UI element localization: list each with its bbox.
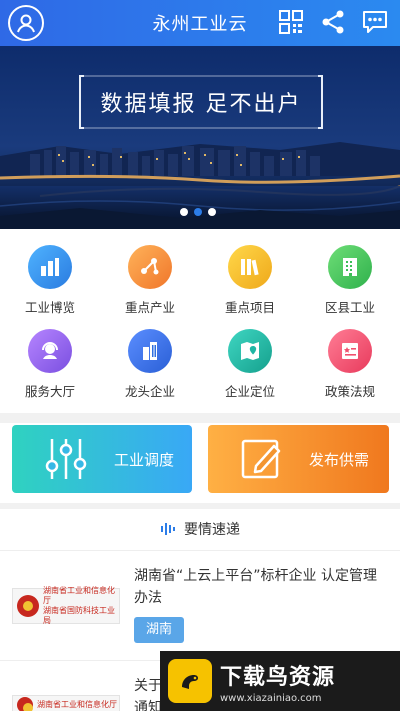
emblem-icon <box>17 697 33 711</box>
grid-item-service-hall[interactable]: 服务大厅 <box>0 313 100 403</box>
grid-item-county-industry[interactable]: 区县工业 <box>300 229 400 319</box>
news-section-title: 要情速递 <box>184 522 240 538</box>
publish-supply-button[interactable]: 发布供需 <box>208 425 389 493</box>
industry-dispatch-button[interactable]: 工业调度 <box>12 425 192 493</box>
section-divider <box>0 413 400 423</box>
banner-carousel[interactable]: 数据填报 足不出户 <box>0 46 400 229</box>
watermark-title: 下载鸟资源 <box>220 664 336 690</box>
sliders-icon <box>45 439 87 479</box>
grid-item-enterprise-location[interactable]: 企业定位 <box>200 313 300 403</box>
carousel-dot[interactable] <box>208 208 216 216</box>
watermark-texts: 下载鸟资源 www.xiazainiao.com <box>220 659 335 704</box>
carousel-indicators <box>180 208 216 216</box>
news-tag[interactable]: 湖南 <box>134 617 185 643</box>
grid-item-label: 龙头企业 <box>124 384 175 399</box>
message-icon[interactable] <box>360 6 390 38</box>
banner-headline: 数据填报 足不出户 <box>100 92 302 117</box>
grid-item-policies[interactable]: 政策法规 <box>300 313 400 403</box>
bird-logo-icon <box>168 659 212 703</box>
grid-item-key-industry[interactable]: 重点产业 <box>100 229 200 319</box>
news-thumbnail: 湖南省工业和信息化厅 <box>12 695 120 711</box>
document-star-icon <box>328 329 372 373</box>
office-building-icon <box>328 245 372 289</box>
thumbnail-text: 湖南省工业和信息化厅 <box>37 700 117 709</box>
banner-headline-wrapper: 数据填报 足不出户 <box>78 74 324 130</box>
grid-item-label: 政策法规 <box>324 384 375 399</box>
header-actions <box>276 6 390 38</box>
top-bar: 永州工业云 <box>0 0 400 46</box>
watermark-url: www.xiazainiao.com <box>220 692 322 704</box>
network-nodes-icon <box>128 245 172 289</box>
qr-code-icon[interactable] <box>276 6 306 38</box>
grid-item-leading-enterprise[interactable]: 龙头企业 <box>100 313 200 403</box>
watermark-overlay: 下载鸟资源 www.xiazainiao.com <box>160 651 400 711</box>
grid-item-industry-expo[interactable]: 工业博览 <box>0 229 100 319</box>
edit-icon <box>241 439 281 479</box>
grid-item-key-projects[interactable]: 重点项目 <box>200 229 300 319</box>
skyscraper-icon <box>128 329 172 373</box>
emblem-icon <box>17 595 39 617</box>
map-pin-icon <box>228 329 272 373</box>
news-thumbnail: 湖南省工业和信息化厅 湖南省国防科技工业局 <box>12 586 120 625</box>
books-icon <box>228 245 272 289</box>
customer-service-icon <box>28 329 72 373</box>
feature-grid: 工业博览 重点产业 重点项目 区县工业 服务大厅 龙头企业 企业定位 政策法规 <box>0 229 400 413</box>
grid-item-label: 企业定位 <box>224 384 275 399</box>
carousel-dot-active[interactable] <box>194 208 202 216</box>
publish-supply-label: 发布供需 <box>309 451 370 469</box>
share-icon[interactable] <box>318 6 348 38</box>
carousel-dot[interactable] <box>180 208 188 216</box>
industry-dispatch-label: 工业调度 <box>114 451 175 469</box>
thumbnail-text: 湖南省工业和信息化厅 湖南省国防科技工业局 <box>43 586 115 625</box>
news-title: 湖南省“上云上平台”标杆企业 认定管理办法 <box>134 568 377 606</box>
news-item[interactable]: 湖南省工业和信息化厅 湖南省国防科技工业局 湖南省“上云上平台”标杆企业 认定管… <box>0 551 400 661</box>
app-screen: 永州工业云 数据填报 足不出户 工业博览 重点产业 重点项目 区县工业 服务大厅… <box>0 0 400 711</box>
building-blocks-icon <box>28 245 72 289</box>
sound-wave-icon <box>161 523 175 535</box>
grid-item-label: 服务大厅 <box>24 384 75 399</box>
news-section-header: 要情速递 <box>0 509 400 549</box>
